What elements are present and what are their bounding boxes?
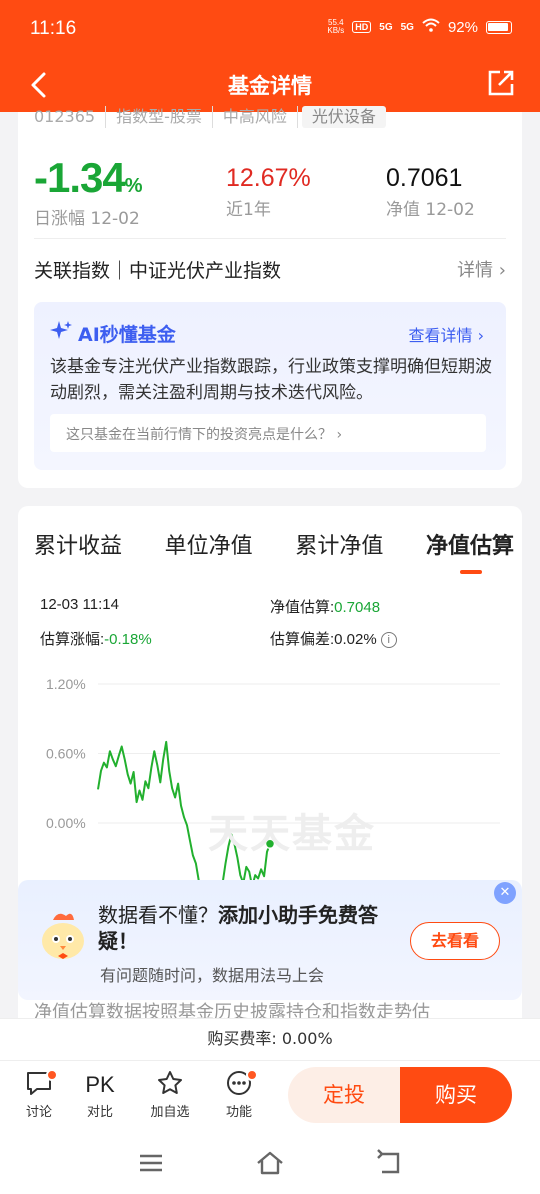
status-bar: 11:16 55.4 KB/s HD 5G 5G 92% [0, 0, 540, 60]
buy-button[interactable]: 购买 [400, 1067, 512, 1123]
y-tick-label: 0.60% [46, 745, 86, 761]
network-speed: 55.4 KB/s [327, 18, 345, 35]
year-return-value: 12.67% [226, 164, 311, 192]
index-detail-link[interactable]: 详情 › [457, 256, 506, 282]
hd-icon: HD [352, 21, 372, 33]
wifi-icon [422, 18, 440, 36]
promo-go-button[interactable]: 去看看 [410, 922, 500, 960]
share-icon[interactable] [486, 68, 516, 98]
divider [34, 238, 506, 239]
home-icon[interactable] [255, 1148, 285, 1178]
daily-change-stat: -1.34% 日涨幅 12-02 [34, 154, 143, 229]
promo-subtitle: 有问题随时问，数据用法马上会 [100, 966, 325, 985]
auto-invest-button[interactable]: 定投 [288, 1067, 400, 1123]
battery-icon [486, 20, 512, 34]
tab-unit-nav[interactable]: 单位净值 [165, 528, 253, 574]
nav-bar: 基金详情 [0, 60, 540, 112]
notification-dot [46, 1069, 58, 1081]
signal-5g-icon-2: 5G [400, 21, 414, 33]
nav-stat: 0.7061 净值 12-02 [386, 154, 475, 220]
nav-estimate-chart: 1.20% 0.60% 0.00% [46, 676, 500, 905]
signal-5g-icon: 5G [379, 21, 393, 33]
year-return-stat: 12.67% 近1年 [226, 154, 311, 220]
tab-cumulative-return[interactable]: 累计收益 [34, 528, 122, 574]
purchase-fee: 购买费率: 0.00% [0, 1018, 540, 1060]
functions-button[interactable]: 功能 [214, 1069, 264, 1120]
daily-change-label: 日涨幅 12-02 [34, 209, 140, 229]
battery-percent: 92% [447, 18, 478, 36]
estimate-value: 净值估算:0.7048 [270, 599, 381, 616]
chevron-right-icon: › [336, 427, 343, 443]
mascot-icon [36, 908, 90, 962]
assistant-promo-banner[interactable]: 数据看不懂？添加小助手免费答疑！ 有问题随时问，数据用法马上会 去看看 ✕ [18, 880, 522, 1000]
nav-value: 0.7061 [386, 164, 463, 192]
fund-tags: 012365 指数型-股票 中高风险 光伏设备 [34, 106, 386, 128]
page-title: 基金详情 [228, 74, 312, 98]
ai-summary-box: AI秒懂基金 查看详情 › 该基金专注光伏产业指数跟踪，行业政策支撑明确但短期波… [34, 302, 506, 470]
estimate-deviation: 估算偏差:0.02% i [270, 628, 397, 649]
notification-dot [246, 1069, 258, 1081]
ai-summary-text: 该基金专注光伏产业指数跟踪，行业政策支撑明确但短期波动剧烈，需关注盈利周期与技术… [50, 357, 492, 403]
discuss-button[interactable]: 讨论 [14, 1069, 64, 1120]
sector-tag[interactable]: 光伏设备 [301, 106, 386, 128]
bottom-action-bar: 讨论 PK 对比 加自选 功能 定投 购买 [0, 1060, 540, 1132]
watermark: 天天基金 [208, 810, 376, 857]
status-time: 11:16 [30, 18, 77, 39]
system-nav-bar [0, 1132, 540, 1194]
back-nav-icon[interactable] [374, 1148, 404, 1178]
chart-tabs: 累计收益 单位净值 累计净值 净值估算 [34, 528, 514, 574]
daily-change-value: -1.34% [34, 154, 143, 201]
related-index-text: 关联指数｜中证光伏产业指数 [34, 260, 282, 282]
estimate-change: 估算涨幅:-0.18% [40, 631, 152, 648]
tab-cumulative-nav[interactable]: 累计净值 [295, 528, 383, 574]
chevron-right-icon: › [477, 326, 484, 345]
star-icon [156, 1069, 184, 1101]
fund-summary-card: 012365 指数型-股票 中高风险 光伏设备 -1.34% 日涨幅 12-02… [18, 106, 522, 488]
y-tick-label: 0.00% [46, 815, 86, 831]
info-icon[interactable]: i [380, 632, 397, 649]
ai-question-prompt[interactable]: 这只基金在当前行情下的投资亮点是什么？ › [50, 414, 486, 452]
chevron-right-icon: › [498, 260, 506, 281]
nav-label: 净值 12-02 [386, 200, 475, 220]
promo-headline: 数据看不懂？添加小助手免费答疑！ [98, 903, 378, 953]
ai-more-link[interactable]: 查看详情 › [408, 322, 484, 346]
y-tick-label: 1.20% [46, 676, 86, 692]
year-return-label: 近1年 [226, 200, 271, 220]
sparkle-icon [50, 320, 72, 347]
fund-type: 指数型-股票 [106, 106, 213, 128]
close-icon[interactable]: ✕ [494, 882, 516, 904]
related-index-row[interactable]: 关联指数｜中证光伏产业指数 详情 › [34, 256, 506, 286]
fund-code: 012365 [34, 106, 107, 128]
ai-title: AI秒懂基金 [50, 320, 176, 347]
estimate-time: 12-03 11:14 [40, 596, 119, 613]
menu-icon[interactable] [136, 1148, 166, 1178]
compare-button[interactable]: PK 对比 [75, 1069, 125, 1120]
status-icons: 55.4 KB/s HD 5G 5G 92% [327, 18, 512, 36]
add-watchlist-button[interactable]: 加自选 [145, 1069, 195, 1120]
pk-icon: PK [85, 1072, 115, 1097]
tab-nav-estimate[interactable]: 净值估算 [426, 528, 514, 574]
risk-level: 中高风险 [213, 106, 298, 128]
